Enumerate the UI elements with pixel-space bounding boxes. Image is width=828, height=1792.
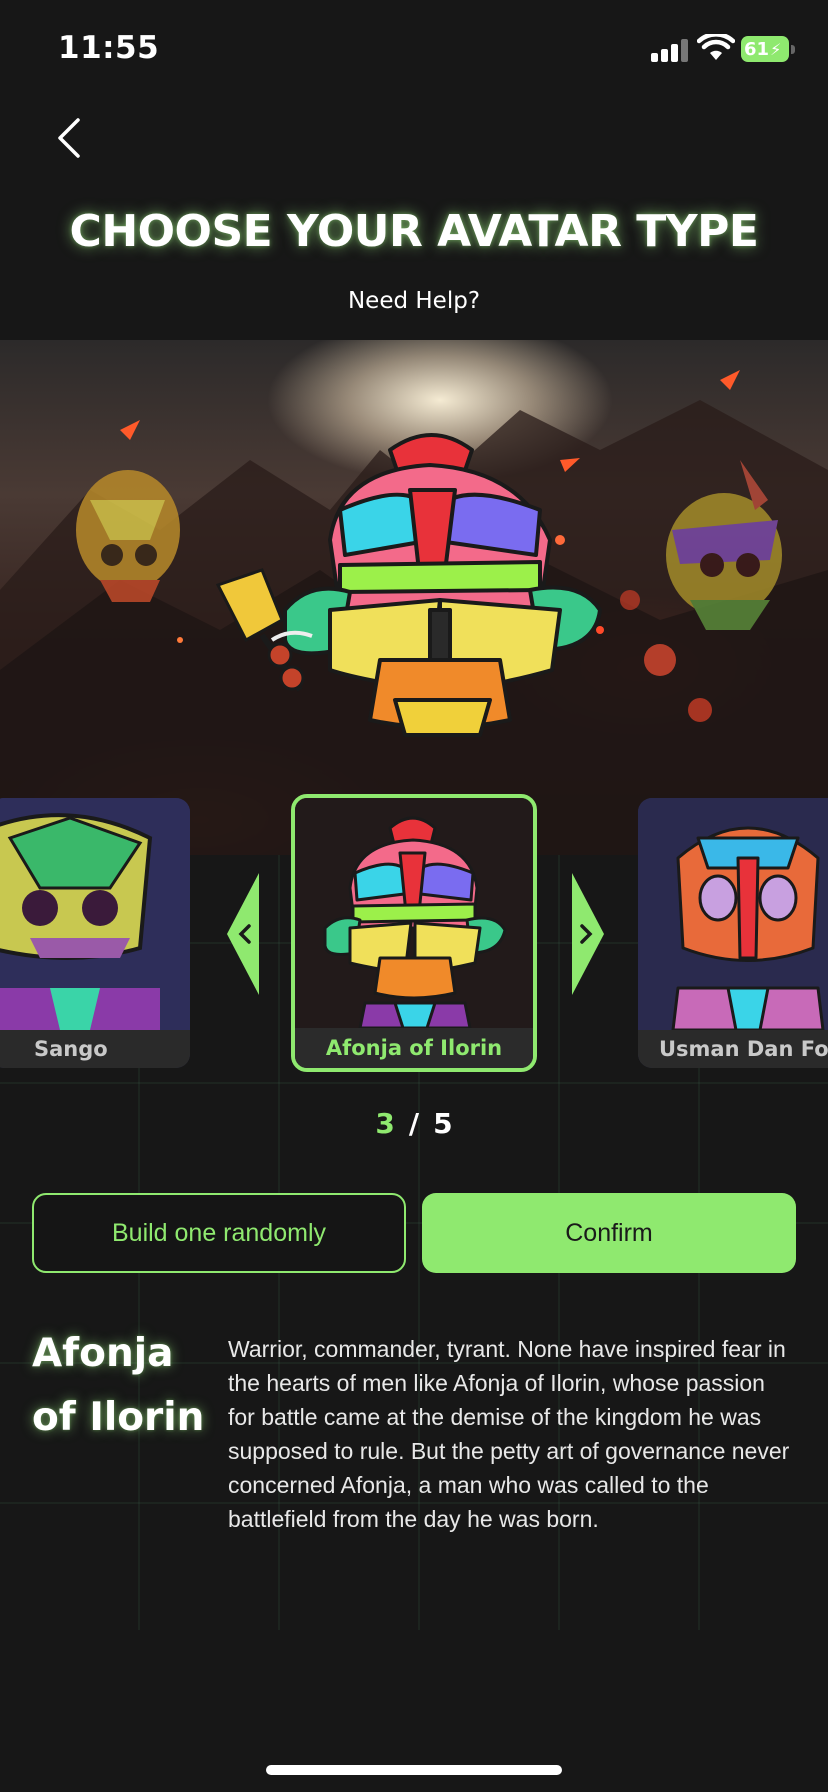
page-title: CHOOSE YOUR AVATAR TYPE bbox=[69, 206, 759, 257]
build-randomly-button[interactable]: Build one randomly bbox=[32, 1193, 406, 1273]
status-bar: 11:55 61 ⚡ bbox=[0, 0, 828, 100]
battery-tip bbox=[791, 45, 795, 54]
usman-mask-image bbox=[638, 798, 828, 1032]
avatar-name-line1: Afonja bbox=[32, 1331, 174, 1376]
avatar-card-label: Afonja of Ilorin bbox=[295, 1028, 533, 1068]
sango-mask-image bbox=[0, 798, 190, 1030]
avatar-card-label: Usman Dan Fod bbox=[638, 1030, 828, 1068]
pager-total: 5 bbox=[433, 1107, 453, 1140]
signal-icon bbox=[651, 38, 691, 62]
wifi-icon bbox=[697, 34, 735, 60]
avatar-name-line2: of Ilorin bbox=[32, 1395, 205, 1440]
back-chevron-icon[interactable] bbox=[54, 116, 84, 160]
avatar-card-usman[interactable]: Usman Dan Fod bbox=[638, 798, 828, 1068]
status-time: 11:55 bbox=[58, 30, 160, 66]
home-indicator bbox=[266, 1765, 562, 1775]
chevron-left-icon[interactable] bbox=[225, 873, 261, 995]
confirm-button[interactable]: Confirm bbox=[422, 1193, 796, 1273]
avatar-description: Warrior, commander, tyrant. None have in… bbox=[228, 1336, 790, 1532]
avatar-card-afonja[interactable]: Afonja of Ilorin bbox=[291, 794, 537, 1072]
pager-separator: / bbox=[408, 1107, 420, 1140]
help-link[interactable]: Need Help? bbox=[0, 288, 828, 314]
avatar-card-sango[interactable]: Sango bbox=[0, 798, 190, 1068]
chevron-right-icon[interactable] bbox=[570, 873, 606, 995]
battery-level: 61 bbox=[744, 38, 770, 60]
avatar-hero-scene bbox=[0, 340, 828, 855]
pager-current: 3 bbox=[375, 1107, 395, 1140]
avatar-name: Afonja of Ilorin bbox=[32, 1322, 212, 1450]
avatar-card-label: Sango bbox=[0, 1030, 190, 1068]
afonja-mask-image bbox=[295, 798, 533, 1030]
battery-icon: 61 ⚡ bbox=[741, 36, 789, 62]
carousel-pager: 3 / 5 bbox=[0, 1107, 828, 1140]
